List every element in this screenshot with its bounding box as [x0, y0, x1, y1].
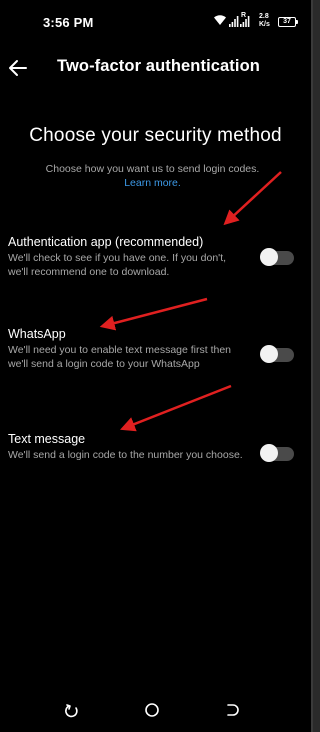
toggle-whatsapp[interactable]	[260, 345, 294, 363]
status-bar: 3:56 PM R 2.8 K/s 37	[0, 0, 311, 44]
option-title: WhatsApp	[8, 327, 66, 341]
screen: 3:56 PM R 2.8 K/s 37 Two-factor authenti…	[0, 0, 311, 732]
option-description: We'll send a login code to the number yo…	[8, 449, 243, 461]
battery-level: 37	[283, 18, 291, 25]
annotation-arrow	[99, 297, 208, 331]
nav-recent-icon[interactable]	[224, 702, 240, 718]
status-time: 3:56 PM	[43, 15, 94, 30]
toggle-knob	[260, 248, 278, 266]
screen-edge	[311, 0, 313, 732]
battery-icon: 37	[278, 17, 298, 27]
nav-home-icon[interactable]	[144, 702, 160, 718]
option-description: We'll check to see if you have one. If y…	[8, 252, 227, 278]
wifi-icon	[214, 15, 226, 25]
section-subtitle: Choose how you want us to send login cod…	[45, 163, 260, 175]
toggle-authentication-app[interactable]	[260, 248, 294, 266]
option-description: We'll need you to enable text message fi…	[8, 344, 232, 370]
signal-icon	[240, 16, 250, 27]
toggle-knob	[260, 345, 278, 363]
network-speed: 2.8 K/s	[259, 13, 270, 29]
network-speed-unit: K/s	[259, 21, 270, 28]
page-title: Two-factor authentication	[57, 57, 260, 75]
annotation-arrow	[120, 384, 232, 432]
section-heading: Choose your security method	[29, 125, 282, 146]
option-title: Authentication app (recommended)	[8, 235, 204, 249]
toggle-knob	[260, 444, 278, 462]
signal-icon	[229, 16, 239, 27]
nav-back-icon[interactable]	[64, 702, 80, 718]
arrow-left-icon[interactable]	[6, 56, 30, 80]
learn-more-link[interactable]: Learn more.	[0, 176, 305, 190]
network-speed-value: 2.8	[259, 13, 269, 20]
toggle-text-message[interactable]	[260, 444, 294, 462]
